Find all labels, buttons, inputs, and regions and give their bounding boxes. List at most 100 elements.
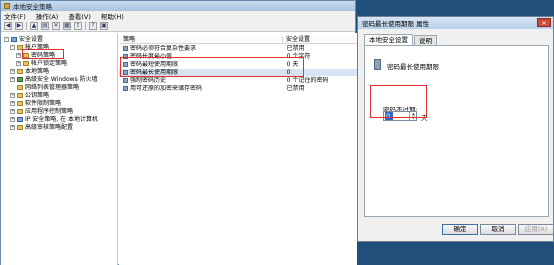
up-icon[interactable]: ▲ bbox=[30, 22, 38, 30]
dialog-buttons: 确定 取消 应用(A) bbox=[358, 224, 554, 237]
expand-icon[interactable]: + bbox=[10, 117, 15, 122]
policy-icon bbox=[123, 86, 128, 91]
policy-icon bbox=[123, 62, 128, 67]
folder-icon bbox=[17, 69, 23, 74]
app-icon bbox=[4, 3, 10, 9]
expand-icon[interactable]: + bbox=[16, 53, 21, 58]
expand-icon[interactable]: + bbox=[10, 69, 15, 74]
tree-item-label: 公钥策略 bbox=[25, 92, 50, 99]
tree-item-ip-security[interactable]: + IP 安全策略, 在 本地计算机 bbox=[10, 116, 98, 123]
collapse-icon[interactable]: - bbox=[10, 45, 15, 50]
export-icon[interactable]: ⇪ bbox=[74, 22, 82, 30]
ok-button[interactable]: 确定 bbox=[442, 224, 478, 235]
folder-icon bbox=[23, 53, 29, 58]
policy-name: 强制密码历史 bbox=[129, 77, 166, 84]
folder-icon bbox=[17, 85, 23, 90]
list-row[interactable]: 密码必须符合复杂性要求 已禁用 bbox=[119, 45, 357, 52]
tree-item-label: 帐户锁定策略 bbox=[31, 60, 68, 67]
tree-item-label: 应用程序控制策略 bbox=[25, 108, 74, 115]
folder-icon bbox=[17, 93, 23, 98]
tree-item-password-policy[interactable]: + 密码策略 bbox=[16, 52, 55, 59]
list-row-selected[interactable]: 密码最长使用期限 0 bbox=[119, 69, 357, 76]
window-titlebar: 本地安全策略 bbox=[1, 1, 355, 11]
cancel-button[interactable]: 取消 bbox=[480, 224, 516, 235]
tree-item-account-policies[interactable]: - 帐户策略 bbox=[10, 44, 49, 51]
folder-icon bbox=[17, 125, 23, 130]
dialog-tabs: 本地安全设置 说明 bbox=[364, 34, 438, 45]
apply-button[interactable]: 应用(A) bbox=[518, 224, 554, 235]
spinner-down-icon[interactable]: ▼ bbox=[410, 116, 417, 120]
security-settings-icon bbox=[11, 37, 17, 42]
tree-item-account-lockout-policy[interactable]: + 帐户锁定策略 bbox=[16, 60, 67, 67]
properties-icon[interactable]: ▦ bbox=[63, 22, 71, 30]
ip-security-icon bbox=[17, 117, 23, 122]
tab-explain[interactable]: 说明 bbox=[414, 35, 437, 45]
tree-item-advanced-audit[interactable]: + 高级审核策略配置 bbox=[10, 124, 73, 131]
menubar: 文件(F) 操作(A) 查看(V) 帮助(H) bbox=[1, 11, 355, 21]
toolbar: ◀ ▶ ▲ ▤ ✕ ▦ ⇪ ? ▣ bbox=[1, 21, 355, 32]
tree-item-public-key-policies[interactable]: + 公钥策略 bbox=[10, 92, 49, 99]
collapse-icon[interactable]: - bbox=[4, 37, 9, 42]
tab-content: 密码最长使用期限 密码不过期: 0 ▲ ▼ 天 bbox=[364, 45, 549, 217]
policy-icon bbox=[123, 46, 128, 51]
menu-action[interactable]: 操作(A) bbox=[36, 11, 59, 21]
properties-dialog: 密码最长使用期限 属性 ✕ 本地安全设置 说明 密码最长使用期限 密码不过期: … bbox=[357, 16, 554, 242]
max-age-spinner[interactable]: 0 ▲ ▼ bbox=[383, 111, 417, 121]
list-row[interactable]: 用可还原的加密来储存密码 已禁用 bbox=[119, 85, 357, 92]
policy-setting: 已禁用 bbox=[286, 45, 305, 52]
column-header-security-setting[interactable]: 安全设置 bbox=[283, 36, 357, 43]
policy-name: 密码最长使用期限 bbox=[129, 69, 178, 76]
policy-list-pane: 策略 安全设置 密码必须符合复杂性要求 已禁用 密码长度最小值 0 个字符 密码… bbox=[119, 33, 357, 265]
expand-icon[interactable]: + bbox=[10, 77, 15, 82]
tree-item-label: 帐户策略 bbox=[25, 44, 50, 51]
folder-icon bbox=[23, 61, 29, 66]
list-row[interactable]: 密码最短使用期限 0 天 bbox=[119, 61, 357, 68]
list-row[interactable]: 密码长度最小值 0 个字符 bbox=[119, 53, 357, 60]
tree-item-security-settings[interactable]: - 安全设置 bbox=[4, 36, 43, 43]
expand-icon[interactable]: + bbox=[10, 125, 15, 130]
tree-item-label: 高级安全 Windows 防火墙 bbox=[25, 76, 98, 83]
policy-icon bbox=[123, 70, 128, 75]
folder-icon bbox=[17, 109, 23, 114]
firewall-icon bbox=[17, 77, 23, 82]
dialog-titlebar: 密码最长使用期限 属性 bbox=[358, 17, 553, 29]
close-icon[interactable]: ✕ bbox=[537, 18, 551, 27]
menu-help[interactable]: 帮助(H) bbox=[101, 11, 124, 21]
expand-icon[interactable]: + bbox=[16, 61, 21, 66]
expand-icon[interactable]: + bbox=[10, 93, 15, 98]
tab-local-security-setting[interactable]: 本地安全设置 bbox=[364, 34, 413, 45]
spinner-buttons: ▲ ▼ bbox=[409, 112, 416, 120]
tree-item-network-list-manager[interactable]: 网络列表管理器策略 bbox=[10, 84, 79, 91]
policy-name: 用可还原的加密来储存密码 bbox=[129, 85, 202, 92]
column-header-policy[interactable]: 策略 bbox=[119, 36, 283, 43]
back-icon[interactable]: ◀ bbox=[4, 22, 12, 30]
policy-setting: 已禁用 bbox=[286, 85, 305, 92]
help-icon[interactable]: ? bbox=[89, 22, 97, 30]
tree-item-label: 本地策略 bbox=[25, 68, 50, 75]
tree-pane: - 安全设置 - 帐户策略 + 密码策略 + 帐户锁定策略 + 本地策略 + 高… bbox=[1, 33, 118, 265]
list-row[interactable]: 强制密码历史 0 个记住的密码 bbox=[119, 77, 357, 84]
tree-item-label: 软件限制策略 bbox=[25, 100, 62, 107]
window-title: 本地安全策略 bbox=[13, 3, 52, 11]
policy-icon bbox=[123, 54, 128, 59]
tree-item-local-policies[interactable]: + 本地策略 bbox=[10, 68, 49, 75]
tree-item-app-control[interactable]: + 应用程序控制策略 bbox=[10, 108, 73, 115]
tree-item-windows-firewall[interactable]: + 高级安全 Windows 防火墙 bbox=[10, 76, 98, 83]
list-header: 策略 安全设置 bbox=[119, 36, 357, 44]
tree-item-label: 高级审核策略配置 bbox=[25, 124, 74, 131]
delete-icon[interactable]: ✕ bbox=[52, 22, 60, 30]
toolbar-separator bbox=[26, 22, 27, 30]
expand-icon[interactable]: + bbox=[10, 109, 15, 114]
menu-view[interactable]: 查看(V) bbox=[68, 11, 91, 21]
policy-icon bbox=[374, 59, 381, 70]
show-tree-icon[interactable]: ▤ bbox=[41, 22, 49, 30]
policy-setting: 0 天 bbox=[286, 61, 299, 68]
menu-file[interactable]: 文件(F) bbox=[4, 11, 26, 21]
tree-item-label: 密码策略 bbox=[31, 52, 56, 59]
expand-icon[interactable]: + bbox=[10, 101, 15, 106]
console-icon[interactable]: ▣ bbox=[100, 22, 108, 30]
policy-setting: 0 个字符 bbox=[286, 53, 311, 60]
forward-icon[interactable]: ▶ bbox=[15, 22, 23, 30]
max-age-value[interactable]: 0 bbox=[385, 112, 393, 120]
tree-item-software-restriction[interactable]: + 软件限制策略 bbox=[10, 100, 61, 107]
